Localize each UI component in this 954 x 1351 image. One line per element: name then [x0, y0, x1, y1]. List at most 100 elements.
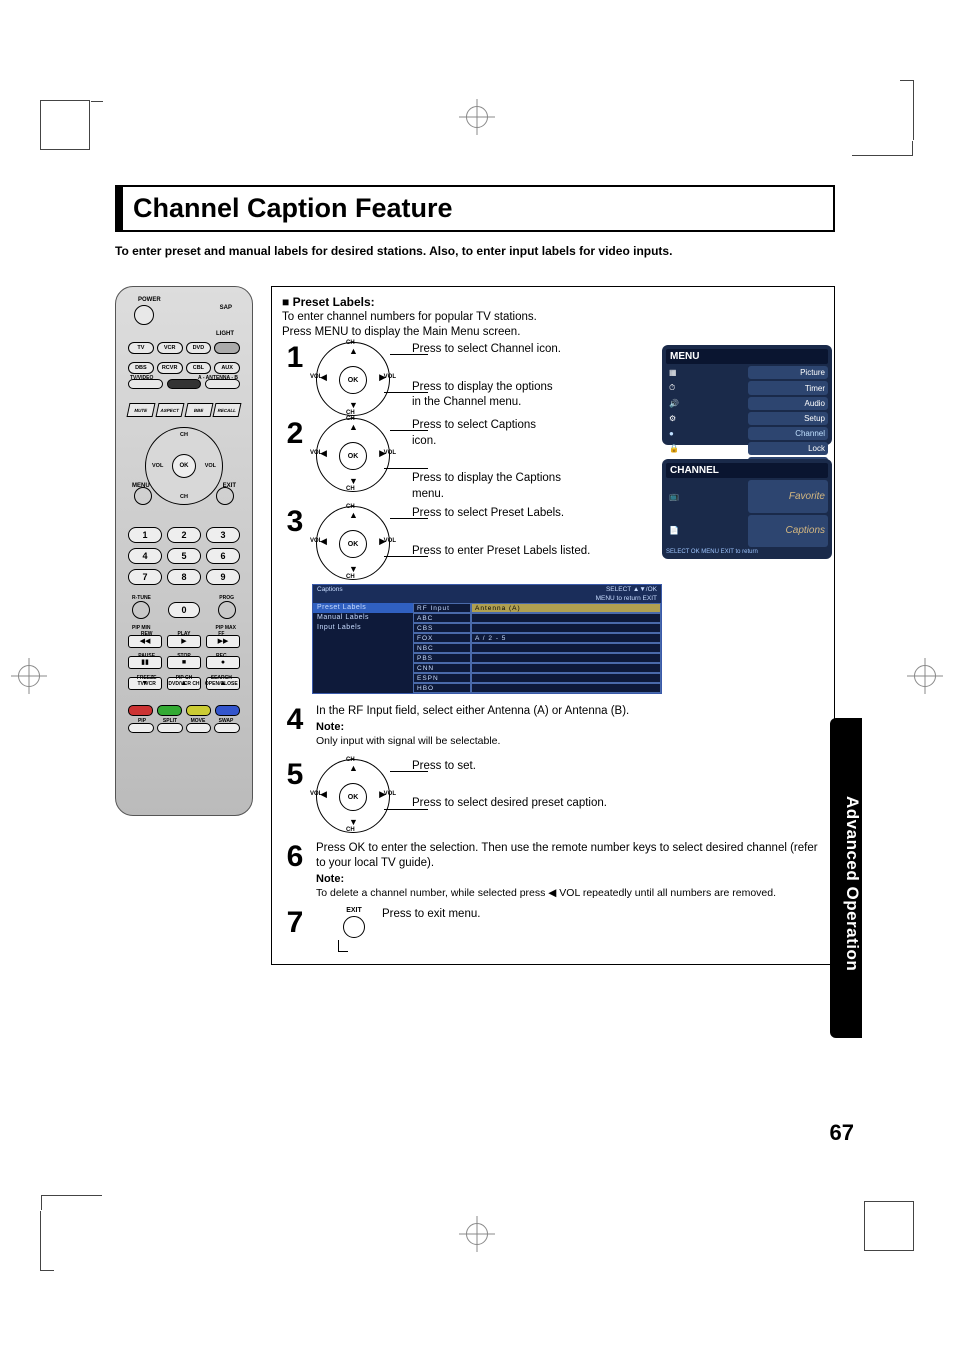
ct-left: Preset Labels	[313, 603, 413, 613]
step-5: 5 OK CHCH VOLVOL ▲▼◀▶ Press to set. Pres…	[282, 759, 824, 831]
device-row-2: DBS RCVR CBL AUX	[128, 362, 240, 374]
nav-icon: OK CHCH VOLVOL ▲▼◀▶	[316, 342, 404, 414]
step-4: 4 In the RF Input field, select either A…	[282, 704, 824, 749]
ct-left	[313, 683, 413, 693]
ct-cell	[471, 613, 661, 623]
ct-left	[313, 643, 413, 653]
key-9: 9	[206, 569, 240, 585]
remote-column: POWER SAP LIGHT TV VCR DVD DBS RCVR CBL …	[115, 286, 253, 816]
exit-btn	[216, 487, 234, 505]
keypad: 1 2 3 4 5 6 7 8 9	[128, 527, 240, 585]
swap-btn	[214, 723, 240, 733]
ct-left	[313, 673, 413, 683]
registration-mark	[18, 665, 40, 687]
nav-icon: OK CHCH VOLVOL ▲▼◀▶	[316, 506, 404, 578]
key-7: 7	[128, 569, 162, 585]
page-content: Channel Caption Feature To enter preset …	[115, 185, 835, 965]
transport-labels-3b: TV/VCRDVD/VCR CHOPEN/CLOSE	[128, 681, 240, 687]
section-header: ■ Preset Labels:	[282, 295, 824, 309]
dbs-btn: DBS	[128, 362, 154, 374]
rtune-btn	[132, 601, 150, 619]
ct-hdr-r2: MENU to return EXIT	[596, 595, 657, 602]
ct-cell: FOX	[413, 633, 471, 643]
ok-btn: OK	[172, 454, 196, 478]
pip-btn	[128, 723, 154, 733]
move-btn	[186, 723, 212, 733]
key-5: 5	[167, 548, 201, 564]
ct-cell: ESPN	[413, 673, 471, 683]
step-num: 1	[282, 342, 308, 374]
step-6-body: Press OK to enter the selection. Then us…	[316, 841, 824, 872]
power-label: POWER	[138, 297, 161, 303]
crop-mark	[864, 1201, 914, 1251]
key-0: 0	[168, 602, 200, 618]
exit-label: EXIT	[334, 907, 374, 914]
step-3: 3 OK CHCH VOLVOL ▲▼◀▶ Press to select Pr…	[282, 506, 824, 578]
recall-btn: RECALL	[213, 403, 242, 417]
device-row-1: TV VCR DVD	[128, 342, 240, 354]
rcvr-btn: RCVR	[157, 362, 183, 374]
ct-left	[313, 653, 413, 663]
ct-cell: CBS	[413, 623, 471, 633]
page-title: Channel Caption Feature	[133, 193, 823, 224]
ct-cell	[471, 623, 661, 633]
note-text: Only input with signal will be selectabl…	[316, 734, 824, 748]
nav-ring: OK CH CH VOL VOL	[145, 427, 223, 505]
wide-buttons	[128, 379, 240, 389]
ct-cell: PBS	[413, 653, 471, 663]
ct-cell: HBO	[413, 683, 471, 693]
prog-btn	[218, 601, 236, 619]
registration-mark	[466, 1223, 488, 1245]
tvvideo-btn	[128, 379, 163, 389]
ct-cell: NBC	[413, 643, 471, 653]
step-num: 7	[282, 907, 308, 939]
red-btn	[128, 705, 153, 716]
exit-icon: EXIT	[334, 907, 374, 952]
ct-cell	[471, 683, 661, 693]
intro-text: To enter preset and manual labels for de…	[115, 244, 835, 258]
step-1b: Press to display the options in the Chan…	[412, 380, 562, 411]
section-tab: Advanced Operation	[830, 718, 862, 1038]
ct-left: Manual Labels	[313, 613, 413, 623]
step-3a: Press to select Preset Labels.	[412, 506, 824, 522]
rew-btn: ◀◀	[128, 635, 162, 648]
instructions-box: ■ Preset Labels: To enter channel number…	[271, 286, 835, 965]
step-5a: Press to set.	[412, 759, 824, 775]
nav-icon: OK CHCH VOLVOL ▲▼◀▶	[316, 418, 404, 490]
cbl-btn: CBL	[186, 362, 212, 374]
play-btn: ▶	[167, 635, 201, 648]
step-1a: Press to select Channel icon.	[412, 342, 562, 358]
crop-mark	[40, 100, 90, 150]
sd-btn	[167, 379, 202, 389]
antenna-btn	[205, 379, 240, 389]
ch-dn: CH	[180, 494, 188, 500]
mute-btn: MUTE	[127, 403, 156, 417]
step-2a: Press to select Captions icon.	[412, 418, 562, 449]
ct-hdr-r1: SELECT ▲▼/OK	[606, 586, 657, 593]
registration-mark	[914, 665, 936, 687]
section-intro-2: Press MENU to display the Main Menu scre…	[282, 326, 824, 338]
ct-cell: ABC	[413, 613, 471, 623]
key-1: 1	[128, 527, 162, 543]
blank-btn	[214, 342, 240, 354]
key-2: 2	[167, 527, 201, 543]
captions-osd-table: Captions SELECT ▲▼/OK MENU to return EXI…	[312, 584, 662, 694]
page-number: 67	[830, 1120, 854, 1146]
tv-btn: TV	[128, 342, 154, 354]
ch-up: CH	[180, 432, 188, 438]
note-text: To delete a channel number, while select…	[316, 886, 824, 900]
yellow-btn	[186, 705, 211, 716]
registration-mark	[466, 106, 488, 128]
split-btn	[157, 723, 183, 733]
step-6: 6 Press OK to enter the selection. Then …	[282, 841, 824, 901]
power-button-icon	[134, 305, 154, 325]
step-7a: Press to exit menu.	[382, 907, 824, 923]
light-label: LIGHT	[216, 331, 234, 337]
ct-cell: CNN	[413, 663, 471, 673]
transport-labels-2: PAUSESTOPREC	[128, 653, 240, 659]
aspect-btn: ASPECT	[155, 403, 184, 417]
ct-cell: Antenna (A)	[471, 603, 661, 613]
ct-left	[313, 633, 413, 643]
step-num: 6	[282, 841, 308, 873]
step-num: 5	[282, 759, 308, 791]
